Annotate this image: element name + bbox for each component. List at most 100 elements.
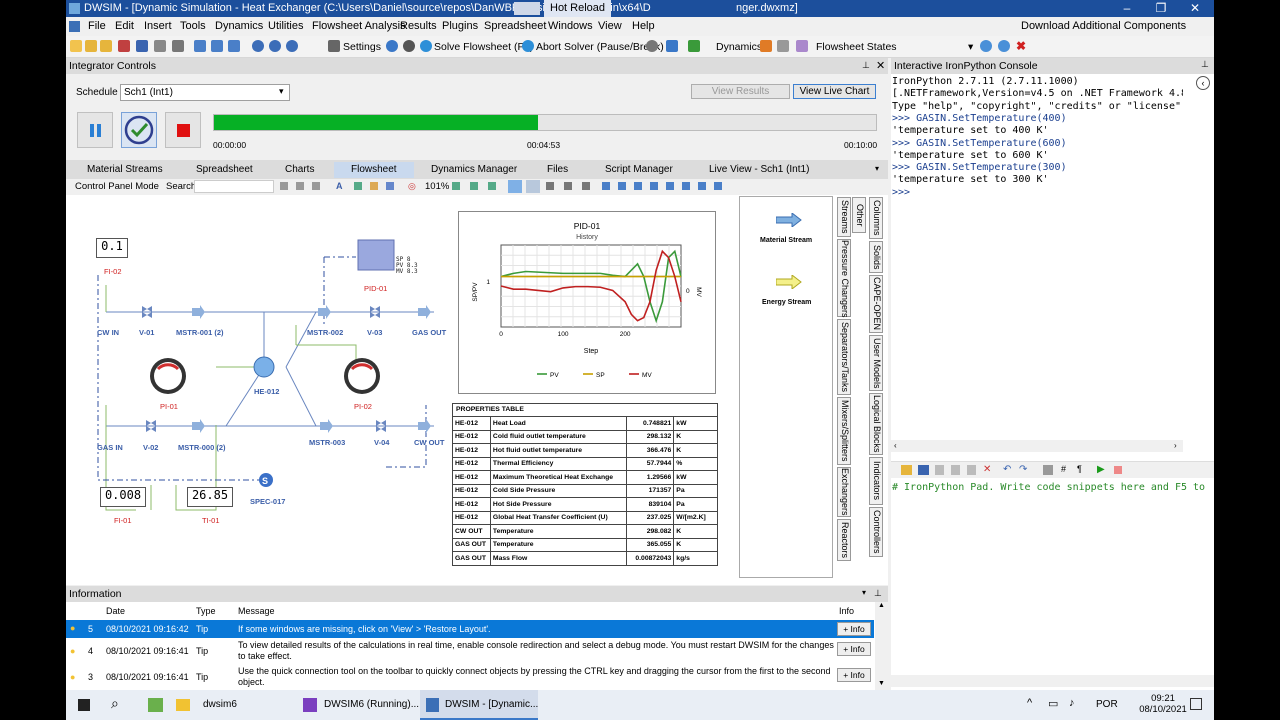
control-panel-mode-button[interactable]: Control Panel Mode [75,181,159,192]
settings-button[interactable]: Settings [343,41,381,53]
globe-icon[interactable] [269,40,281,52]
console-pin-icon[interactable]: ⊥ [1201,59,1209,70]
heat-exchanger-icon[interactable] [253,356,275,378]
integrator-close-icon[interactable]: ✕ [876,59,885,72]
taskbar-app-dwsim6[interactable]: dwsim6 [203,690,237,720]
scroll-up-icon[interactable]: ▲ [878,602,885,609]
volume-icon[interactable]: ♪ [1069,697,1075,709]
save-icon[interactable] [136,40,148,52]
col-info[interactable]: Info [839,606,854,616]
save-state-icon[interactable] [998,40,1010,52]
pad-paragraph-icon[interactable]: ¶ [1077,464,1082,474]
pid-controller-icon[interactable] [357,239,395,271]
pad-hscrollbar[interactable] [891,675,1214,687]
view-results-button[interactable]: View Results [691,84,790,99]
vtab-reactors[interactable]: Reactors [837,519,851,561]
align-middle-icon[interactable] [666,182,674,190]
text-tool-icon[interactable]: A [336,181,343,191]
menu-windows[interactable]: Windows [548,20,593,32]
col-type[interactable]: Type [196,606,216,616]
samples-icon[interactable] [118,40,130,52]
pad-comment-icon[interactable]: # [1061,464,1066,474]
menu-results[interactable]: Results [400,20,437,32]
clock[interactable]: 09:21 08/10/2021 [1136,693,1190,715]
settings-icon[interactable] [328,40,340,52]
delete-state-icon[interactable]: ✖ [1016,39,1026,53]
tab-files[interactable]: Files [547,162,568,178]
pad-undo-icon[interactable]: ↶ [1003,464,1011,475]
insert-object-icon[interactable] [354,182,362,190]
zoom-in-icon[interactable] [452,182,460,190]
network-icon[interactable]: ▭ [1048,697,1058,710]
insert-table-icon[interactable] [386,182,394,190]
console-output[interactable]: IronPython 2.7.11 (2.7.11.1000) [.NETFram… [891,74,1183,444]
pad-cut-icon[interactable] [935,465,944,475]
console-back-icon[interactable]: ‹ [1196,76,1210,90]
debug-toolbar-icon[interactable] [514,2,540,15]
zoom-icon[interactable]: ◎ [408,181,416,192]
pad-save-icon[interactable] [918,465,929,475]
language-indicator[interactable]: POR [1096,690,1118,720]
cut-fs-icon[interactable] [280,182,288,190]
insert-image-icon[interactable] [370,182,378,190]
menu-dynamics[interactable]: Dynamics [215,20,263,32]
info-pin-icon[interactable]: ⊥ [874,588,882,599]
tab-flowsheet[interactable]: Flowsheet [334,162,414,178]
menu-edit[interactable]: Edit [115,20,134,32]
states-dropdown-arrow-icon[interactable]: ▾ [968,41,973,53]
menu-flowsheet-analysis[interactable]: Flowsheet Analysis [312,20,406,32]
gear-small-icon[interactable] [172,40,184,52]
pin-icon[interactable]: ⊥ [862,60,870,71]
tab-overflow-icon[interactable]: ▾ [875,164,879,173]
pad-indent-icon[interactable] [1043,465,1053,475]
stop-button[interactable] [165,112,201,148]
distribute-h-icon[interactable] [698,182,706,190]
step-icon[interactable] [403,40,415,52]
tab-script-manager[interactable]: Script Manager [605,162,673,178]
snap-toggle-icon[interactable] [526,180,540,193]
col-date[interactable]: Date [106,606,125,616]
search-input[interactable] [194,180,274,193]
taskbar-app-vs[interactable]: DWSIM6 (Running)... [324,690,419,720]
info-row[interactable]: ● 3 08/10/2021 09:16:41 Tip Use the quick co… [66,666,874,690]
align-bottom-icon[interactable] [682,182,690,190]
grid-toggle-icon[interactable] [508,180,522,193]
maximize-icon[interactable]: ❐ [1144,0,1178,17]
more-info-button[interactable]: + Info [837,642,871,656]
material-stream-icon[interactable] [776,213,802,227]
menu-file[interactable]: File [88,20,106,32]
info-row[interactable]: ● 5 08/10/2021 09:16:42 Tip If some windows … [66,620,874,638]
pad-open-icon[interactable] [901,465,912,475]
pad-redo-icon[interactable]: ↷ [1019,464,1027,475]
pad-run-icon[interactable]: ▶ [1097,464,1105,475]
tile-horizontal-icon[interactable] [228,40,240,52]
flowsheet-canvas[interactable]: S CW IN V-01 MSTR-001 (2) MSTR-002 V-03 … [66,195,888,585]
realtime-button[interactable] [121,112,157,148]
info-dropdown-icon[interactable]: ▾ [862,588,866,597]
chart-icon[interactable] [666,40,678,52]
tab-live-view[interactable]: Live View - Sch1 (Int1) [709,162,809,178]
zoom-default-icon[interactable] [488,182,496,190]
vtab-logical-blocks[interactable]: Logical Blocks [869,393,883,455]
export-icon[interactable] [582,182,590,190]
file-explorer-icon[interactable] [148,698,163,712]
menu-view[interactable]: View [598,20,622,32]
states-icon[interactable] [777,40,789,52]
copy-icon[interactable] [296,182,304,190]
console-scroll-left-icon[interactable]: ‹ [894,441,897,450]
pad-copy-icon[interactable] [951,465,960,475]
menu-tools[interactable]: Tools [180,20,206,32]
tile-vertical-icon[interactable] [211,40,223,52]
more-info-button[interactable]: + Info [837,668,871,682]
paste-icon[interactable] [312,182,320,190]
connect-icon[interactable] [688,40,700,52]
console-hscrollbar[interactable]: ‹ › [891,440,1183,452]
align-right-icon[interactable] [634,182,642,190]
start-icon[interactable] [78,699,90,711]
view-live-chart-button[interactable]: View Live Chart [793,84,876,99]
menu-insert[interactable]: Insert [144,20,172,32]
tab-dynamics-manager[interactable]: Dynamics Manager [431,162,517,178]
notification-icon[interactable] [1190,698,1202,710]
vtab-columns[interactable]: Columns [869,197,883,239]
python-pad[interactable]: # IronPython Pad. Write code snippets he… [891,478,1214,668]
